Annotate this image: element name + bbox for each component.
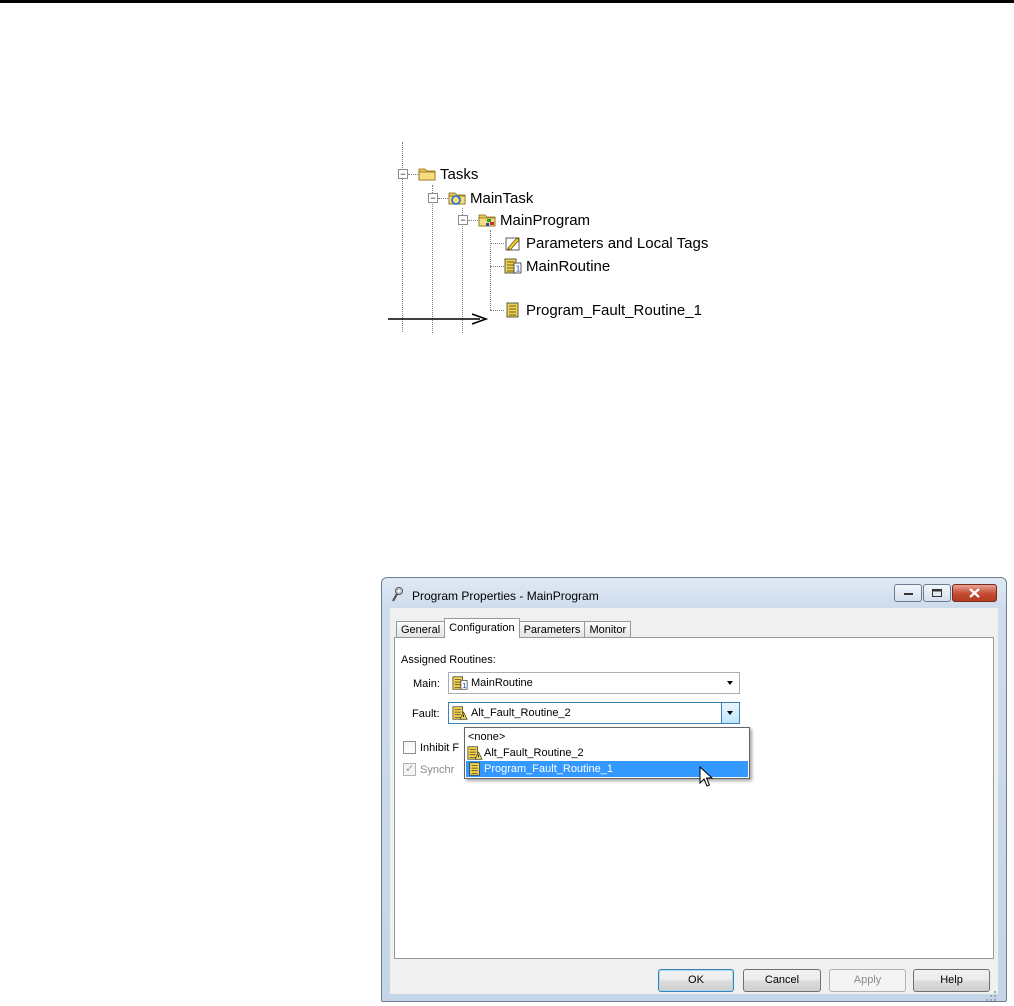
ok-button[interactable]: OK bbox=[658, 969, 734, 992]
maximize-button[interactable] bbox=[923, 584, 951, 602]
tab-strip: General Configuration Parameters Monitor bbox=[396, 618, 632, 638]
title-bar[interactable]: Program Properties - MainProgram bbox=[382, 578, 1006, 608]
properties-icon bbox=[392, 587, 403, 602]
tab-configuration[interactable]: Configuration bbox=[444, 618, 520, 638]
tree-node-mainprogram[interactable]: MainProgram bbox=[478, 209, 590, 231]
program-icon bbox=[478, 214, 496, 227]
resize-grip-icon[interactable] bbox=[985, 990, 997, 1002]
option-none[interactable]: <none> bbox=[466, 729, 748, 745]
checkmark-icon: ✓ bbox=[405, 763, 415, 775]
close-button[interactable] bbox=[952, 584, 997, 602]
configuration-panel: Assigned Routines: Main: 1 MainRoutine F… bbox=[394, 637, 994, 959]
fault-routine-select[interactable]: Alt_Fault_Routine_2 bbox=[448, 702, 740, 724]
folder-icon bbox=[418, 168, 436, 181]
apply-button[interactable]: Apply bbox=[829, 969, 906, 992]
chevron-down-icon bbox=[727, 711, 733, 715]
main-routine-icon: 1 bbox=[452, 676, 468, 690]
tree-label: MainTask bbox=[470, 189, 534, 207]
maximize-icon bbox=[932, 589, 942, 597]
main-routine-icon: 1 bbox=[504, 258, 522, 274]
pointer-arrow-icon bbox=[388, 313, 488, 325]
dialog-title: Program Properties - MainProgram bbox=[412, 589, 599, 603]
minimize-button[interactable] bbox=[894, 584, 922, 602]
inhibit-checkbox[interactable] bbox=[403, 741, 416, 754]
synchronize-checkbox[interactable]: ✓ bbox=[403, 763, 416, 776]
tags-icon bbox=[505, 237, 520, 251]
tree-label: MainRoutine bbox=[526, 257, 611, 275]
collapse-mainprogram-icon[interactable]: − bbox=[458, 215, 468, 225]
main-dropdown-button[interactable] bbox=[722, 673, 739, 693]
tab-general[interactable]: General bbox=[396, 621, 446, 638]
close-icon bbox=[969, 588, 980, 598]
tree-label: MainProgram bbox=[500, 211, 591, 229]
fault-label: Fault: bbox=[412, 708, 440, 720]
top-rule bbox=[0, 0, 1014, 3]
tree-node-parameters-local-tags[interactable]: Parameters and Local Tags bbox=[504, 232, 708, 254]
main-routine-select[interactable]: 1 MainRoutine bbox=[448, 672, 740, 694]
project-tree: − − − Tasks MainTask MainProgram Paramet… bbox=[380, 142, 780, 333]
fault-routine-icon bbox=[467, 746, 483, 760]
tree-label: Program_Fault_Routine_1 bbox=[526, 301, 702, 319]
option-label: <none> bbox=[468, 731, 506, 743]
routine-icon bbox=[469, 762, 480, 776]
assigned-routines-label: Assigned Routines: bbox=[401, 654, 496, 666]
cancel-button[interactable]: Cancel bbox=[743, 969, 821, 992]
option-label: Program_Fault_Routine_1 bbox=[484, 763, 614, 775]
tree-label: Parameters and Local Tags bbox=[526, 234, 709, 252]
dialog-client-area: General Configuration Parameters Monitor… bbox=[390, 608, 998, 994]
minimize-icon bbox=[904, 593, 913, 595]
tree-node-program-fault-routine-1[interactable]: Program_Fault_Routine_1 bbox=[504, 299, 702, 321]
tree-label: Tasks bbox=[440, 165, 479, 183]
synchronize-label: Synchr bbox=[420, 764, 455, 776]
tree-node-maintask[interactable]: MainTask bbox=[448, 187, 533, 209]
program-properties-dialog: Program Properties - MainProgram General… bbox=[381, 577, 1007, 1002]
option-label: Alt_Fault_Routine_2 bbox=[484, 747, 584, 759]
option-alt-fault-routine-2[interactable]: Alt_Fault_Routine_2 bbox=[466, 745, 748, 761]
routine-icon bbox=[506, 302, 519, 318]
mouse-cursor-icon bbox=[699, 766, 713, 787]
main-routine-value: MainRoutine bbox=[471, 677, 533, 689]
tree-node-mainroutine[interactable]: 1 MainRoutine bbox=[504, 255, 610, 277]
continuous-task-icon bbox=[448, 192, 466, 205]
chevron-down-icon bbox=[727, 681, 733, 685]
tab-monitor[interactable]: Monitor bbox=[584, 621, 632, 638]
svg-text:1: 1 bbox=[462, 681, 467, 690]
fault-routine-icon bbox=[452, 706, 468, 720]
collapse-maintask-icon[interactable]: − bbox=[428, 193, 438, 203]
tree-node-tasks[interactable]: Tasks bbox=[418, 163, 478, 185]
inhibit-label: Inhibit F bbox=[420, 742, 460, 754]
collapse-tasks-icon[interactable]: − bbox=[398, 169, 408, 179]
tab-parameters[interactable]: Parameters bbox=[518, 621, 586, 638]
fault-dropdown-button[interactable] bbox=[721, 703, 739, 723]
main-label: Main: bbox=[413, 678, 440, 690]
fault-routine-value: Alt_Fault_Routine_2 bbox=[471, 707, 571, 719]
help-button[interactable]: Help bbox=[913, 969, 990, 992]
svg-text:1: 1 bbox=[516, 265, 521, 274]
